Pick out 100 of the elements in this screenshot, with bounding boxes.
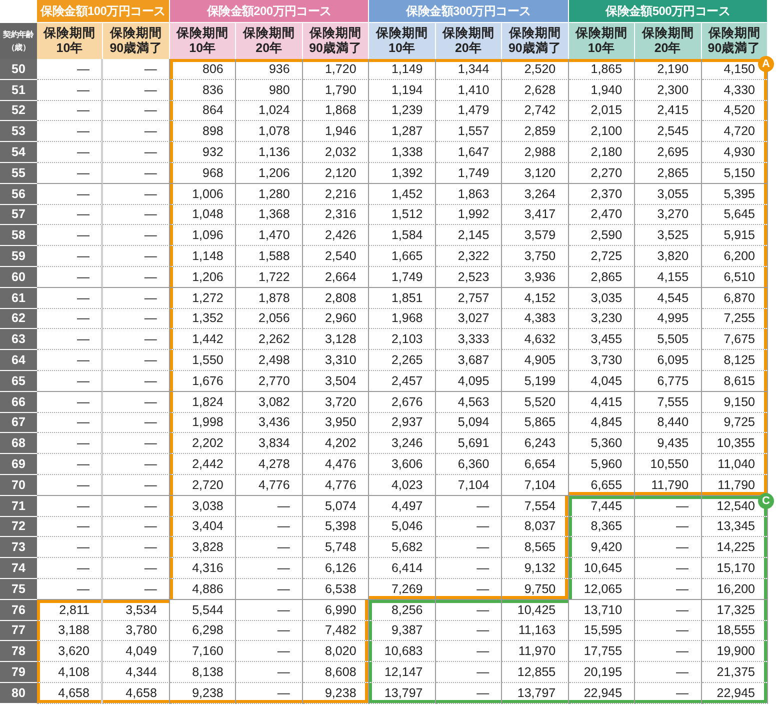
age-cell: 79 [0, 662, 37, 683]
price-cell: 17,755 [568, 641, 636, 662]
price-cell: 2,145 [436, 225, 502, 246]
age-cell: 76 [0, 600, 37, 621]
price-cell: 11,970 [502, 641, 569, 662]
price-cell: 1,024 [236, 100, 303, 122]
price-cell: — [436, 641, 502, 662]
price-cell: 1,470 [236, 225, 303, 246]
age-cell: 64 [0, 350, 37, 371]
price-cell: 1,851 [369, 288, 436, 309]
price-cell: 2,695 [635, 142, 702, 163]
price-cell: 3,027 [436, 308, 502, 330]
price-cell: — [103, 454, 170, 475]
price-cell: 4,278 [236, 454, 303, 475]
price-cell: 2,865 [635, 162, 702, 184]
price-cell: — [103, 142, 170, 163]
price-cell: — [103, 329, 170, 350]
price-cell: 9,750 [502, 578, 569, 600]
price-cell: 2,811 [37, 600, 104, 621]
price-cell: 1,946 [302, 121, 370, 142]
price-cell: 8,615 [702, 370, 768, 392]
price-cell: 2,757 [436, 288, 502, 309]
price-cell: 2,859 [502, 121, 569, 142]
price-cell: 4,658 [103, 682, 170, 704]
age-cell: 74 [0, 558, 37, 579]
price-cell: — [37, 246, 104, 267]
price-cell: 1,992 [436, 204, 502, 226]
price-cell: — [103, 578, 170, 600]
price-cell: 18,555 [702, 620, 768, 642]
price-cell: 932 [170, 142, 236, 163]
price-cell: 5,915 [702, 225, 768, 246]
price-cell: — [436, 682, 502, 704]
price-cell: 1,550 [170, 350, 236, 371]
price-cell: 13,797 [369, 682, 436, 704]
price-cell: — [37, 454, 104, 475]
price-cell: — [37, 516, 104, 538]
price-cell: 12,855 [502, 662, 569, 683]
price-cell: 1,149 [369, 59, 436, 80]
price-cell: 1,863 [436, 184, 502, 205]
price-cell: 2,988 [502, 142, 569, 163]
price-cell: 8,365 [568, 516, 636, 538]
price-cell: 3,128 [302, 329, 370, 350]
price-cell: 19,900 [702, 641, 768, 662]
price-cell: 2,498 [236, 350, 303, 371]
price-cell: — [37, 142, 104, 163]
price-cell: 1,557 [436, 121, 502, 142]
price-cell: 5,682 [369, 537, 436, 558]
price-cell: 14,225 [702, 537, 768, 558]
price-cell: — [103, 474, 170, 496]
price-cell: 3,606 [369, 454, 436, 475]
price-cell: 8,037 [502, 516, 569, 538]
price-cell: 4,520 [702, 100, 768, 122]
price-cell: 9,387 [369, 620, 436, 642]
price-cell: 6,870 [702, 288, 768, 309]
price-cell: 12,065 [568, 578, 636, 600]
price-cell: 2,370 [568, 184, 636, 205]
price-cell: 1,940 [568, 80, 636, 101]
price-cell: 2,180 [568, 142, 636, 163]
price-cell: 5,865 [502, 412, 569, 434]
price-cell: — [37, 392, 104, 413]
price-cell: — [103, 433, 170, 454]
price-cell: 4,563 [436, 392, 502, 413]
price-cell: — [37, 474, 104, 496]
price-cell: 6,243 [502, 433, 569, 454]
price-cell: 3,534 [103, 600, 170, 621]
price-cell: 22,945 [702, 682, 768, 704]
age-cell: 55 [0, 162, 37, 184]
course-header: 保険金額300万円コース [369, 0, 569, 22]
price-cell: — [103, 537, 170, 558]
column-header: 保険期間 90歳満了 [702, 22, 768, 59]
price-cell: — [103, 204, 170, 226]
price-cell: 2,937 [369, 412, 436, 434]
price-cell: 2,032 [302, 142, 370, 163]
price-cell: 3,404 [170, 516, 236, 538]
price-cell: 4,330 [702, 80, 768, 101]
price-cell: 2,960 [302, 308, 370, 330]
age-cell: 57 [0, 204, 37, 226]
age-cell: 70 [0, 474, 37, 496]
price-cell: 3,270 [635, 204, 702, 226]
price-cell: 8,256 [369, 600, 436, 621]
price-cell: 1,280 [236, 184, 303, 205]
age-cell: 69 [0, 454, 37, 475]
price-cell: 2,590 [568, 225, 636, 246]
price-cell: — [37, 412, 104, 434]
price-cell: 6,775 [635, 370, 702, 392]
price-cell: 15,170 [702, 558, 768, 579]
price-cell: 11,163 [502, 620, 569, 642]
price-cell: 6,538 [302, 578, 370, 600]
age-cell: 71 [0, 496, 37, 517]
price-cell: 3,035 [568, 288, 636, 309]
price-cell: 5,691 [436, 433, 502, 454]
price-cell: 6,655 [568, 474, 636, 496]
price-cell: — [37, 496, 104, 517]
price-cell: 3,188 [37, 620, 104, 642]
price-cell: — [37, 100, 104, 122]
price-cell: 9,238 [170, 682, 236, 704]
column-header: 保険期間 20年 [236, 22, 303, 59]
price-cell: 2,457 [369, 370, 436, 392]
price-cell: 8,565 [502, 537, 569, 558]
price-cell: 3,828 [170, 537, 236, 558]
